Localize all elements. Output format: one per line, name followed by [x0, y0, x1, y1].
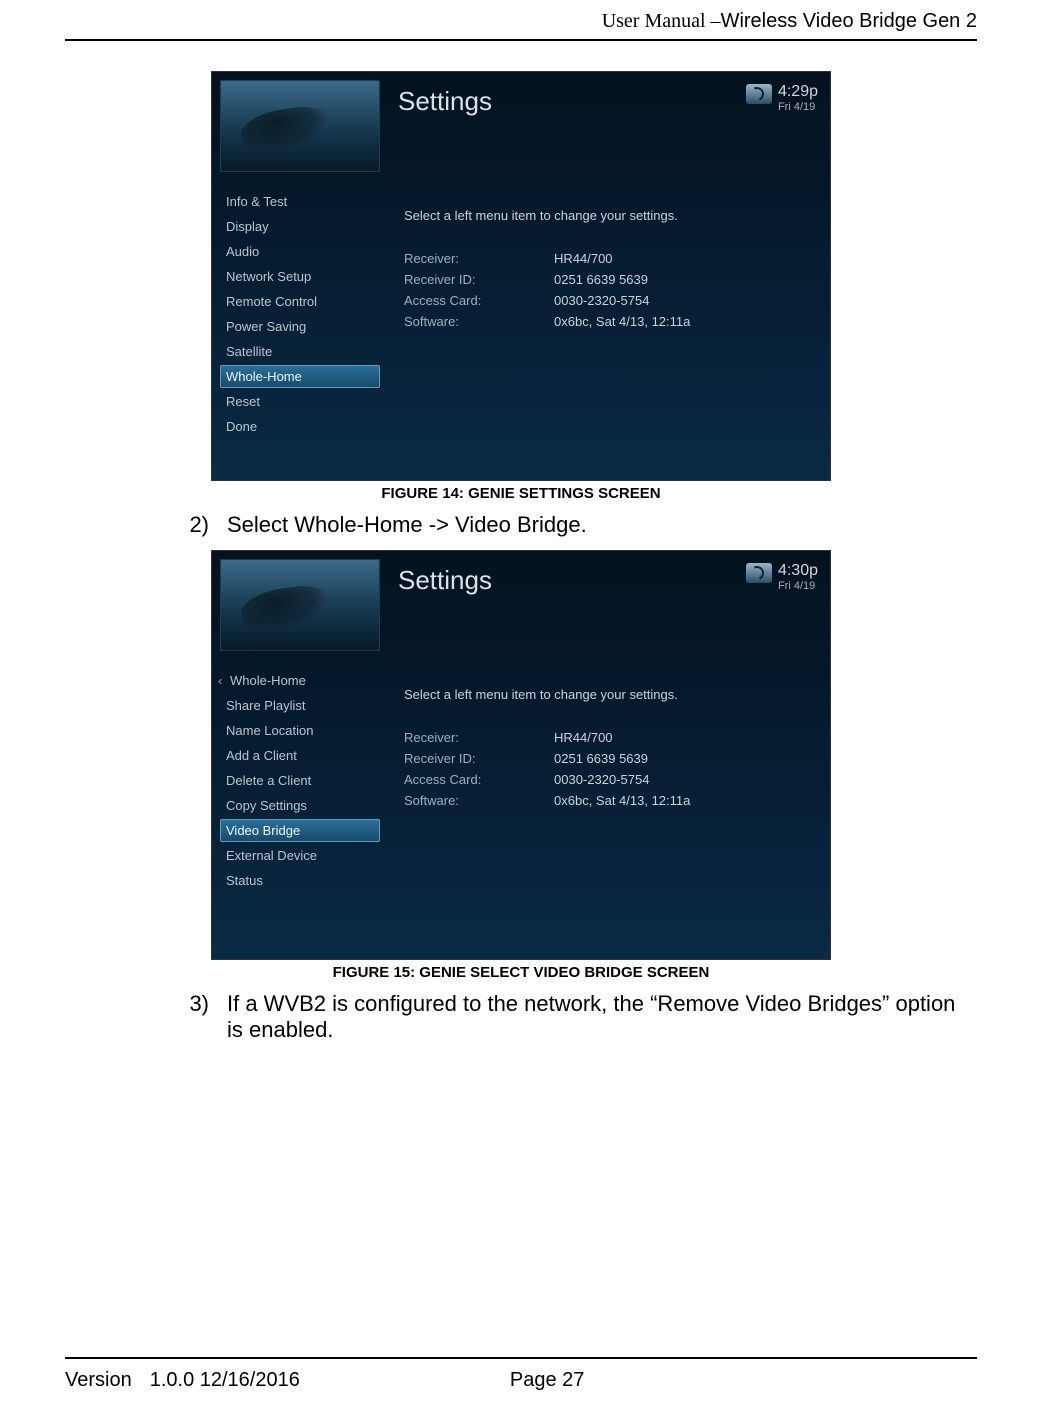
footer-version-label: Version	[65, 1369, 132, 1392]
header-prefix: User Manual –	[602, 10, 721, 32]
menu-share-playlist[interactable]: Share Playlist	[220, 694, 380, 717]
menu-copy-settings[interactable]: Copy Settings	[220, 794, 380, 817]
menu-whole-home[interactable]: Whole-Home	[220, 365, 380, 388]
figure-14-screenshot: Settings 4:29p Fri 4/19 Info & Test Disp…	[211, 71, 831, 481]
menu-external-device[interactable]: External Device	[220, 844, 380, 867]
menu-done[interactable]: Done	[220, 415, 380, 438]
clock-time: 4:29p	[778, 82, 818, 101]
menu-video-bridge[interactable]: Video Bridge	[220, 819, 380, 842]
clock-area: 4:30p Fri 4/19	[746, 561, 818, 593]
directv-logo-icon	[746, 563, 772, 583]
clock-date: Fri 4/19	[778, 580, 818, 593]
settings-sidebar: Whole-Home Share Playlist Name Location …	[220, 661, 380, 959]
footer-version-value: 1.0.0 12/16/2016	[150, 1369, 300, 1392]
video-preview	[220, 559, 380, 651]
breadcrumb-whole-home[interactable]: Whole-Home	[220, 669, 380, 692]
screenshot-body: Info & Test Display Audio Network Setup …	[212, 182, 830, 480]
menu-delete-client[interactable]: Delete a Client	[220, 769, 380, 792]
row-access-card: Access Card:0030-2320-5754	[404, 772, 814, 787]
menu-audio[interactable]: Audio	[220, 240, 380, 263]
screenshot-body: Whole-Home Share Playlist Name Location …	[212, 661, 830, 959]
step-2-text: Select Whole-Home -> Video Bridge.	[227, 512, 587, 538]
menu-add-client[interactable]: Add a Client	[220, 744, 380, 767]
row-receiver-id: Receiver ID:0251 6639 5639	[404, 751, 814, 766]
row-receiver: Receiver:HR44/700	[404, 730, 814, 745]
row-software: Software:0x6bc, Sat 4/13, 12:11a	[404, 793, 814, 808]
menu-status[interactable]: Status	[220, 869, 380, 892]
settings-content: Select a left menu item to change your s…	[380, 661, 830, 959]
menu-network-setup[interactable]: Network Setup	[220, 265, 380, 288]
instruction-text: Select a left menu item to change your s…	[404, 208, 814, 223]
menu-info-test[interactable]: Info & Test	[220, 190, 380, 213]
menu-name-location[interactable]: Name Location	[220, 719, 380, 742]
figure-15-screenshot: Settings 4:30p Fri 4/19 Whole-Home Share…	[211, 550, 831, 960]
settings-title: Settings	[398, 86, 746, 117]
menu-display[interactable]: Display	[220, 215, 380, 238]
settings-sidebar: Info & Test Display Audio Network Setup …	[220, 182, 380, 480]
clock-area: 4:29p Fri 4/19	[746, 82, 818, 114]
page-header: User Manual –Wireless Video Bridge Gen 2	[65, 0, 977, 41]
row-receiver-id: Receiver ID:0251 6639 5639	[404, 272, 814, 287]
header-title: Wireless Video Bridge Gen 2	[721, 10, 977, 32]
step-3-text: If a WVB2 is configured to the network, …	[227, 991, 975, 1043]
row-access-card: Access Card:0030-2320-5754	[404, 293, 814, 308]
clock-time: 4:30p	[778, 561, 818, 580]
figure-15-caption: FIGURE 15: GENIE SELECT VIDEO BRIDGE SCR…	[65, 964, 977, 981]
step-3-number: 3)	[185, 991, 209, 1043]
step-3: 3) If a WVB2 is configured to the networ…	[185, 991, 975, 1043]
step-2: 2) Select Whole-Home -> Video Bridge.	[185, 512, 975, 538]
menu-reset[interactable]: Reset	[220, 390, 380, 413]
menu-power-saving[interactable]: Power Saving	[220, 315, 380, 338]
directv-logo-icon	[746, 84, 772, 104]
settings-title: Settings	[398, 565, 746, 596]
row-software: Software:0x6bc, Sat 4/13, 12:11a	[404, 314, 814, 329]
instruction-text: Select a left menu item to change your s…	[404, 687, 814, 702]
page-footer: Version 1.0.0 12/16/2016 Page 27	[65, 1357, 977, 1392]
screenshot-topbar: Settings 4:29p Fri 4/19	[212, 72, 830, 182]
step-2-number: 2)	[185, 512, 209, 538]
clock-date: Fri 4/19	[778, 101, 818, 114]
settings-content: Select a left menu item to change your s…	[380, 182, 830, 480]
footer-page-number: Page 27	[510, 1369, 585, 1392]
video-preview	[220, 80, 380, 172]
screenshot-topbar: Settings 4:30p Fri 4/19	[212, 551, 830, 661]
menu-satellite[interactable]: Satellite	[220, 340, 380, 363]
row-receiver: Receiver:HR44/700	[404, 251, 814, 266]
menu-remote-control[interactable]: Remote Control	[220, 290, 380, 313]
figure-14-caption: FIGURE 14: GENIE SETTINGS SCREEN	[65, 485, 977, 502]
